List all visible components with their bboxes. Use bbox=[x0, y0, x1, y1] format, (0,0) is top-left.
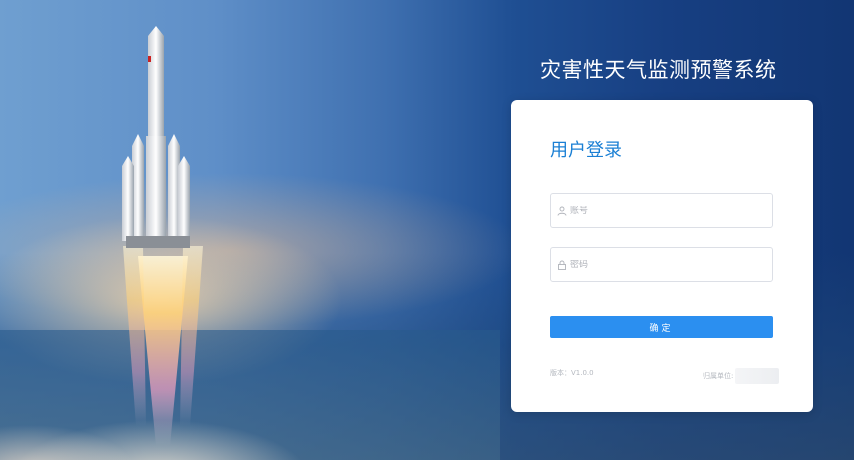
lock-icon bbox=[558, 260, 566, 270]
login-title: 用户登录 bbox=[550, 140, 622, 161]
username-field[interactable] bbox=[550, 193, 773, 228]
system-title: 灾害性天气监测预警系统 bbox=[540, 58, 777, 82]
unit-info: 归属单位: bbox=[703, 368, 780, 384]
launch-smoke bbox=[0, 340, 360, 460]
version-text: 版本：V1.0.0 bbox=[550, 369, 594, 377]
unit-label: 归属单位: bbox=[703, 372, 734, 380]
password-input[interactable] bbox=[570, 259, 760, 270]
login-card: 用户登录 确定 版本：V1.0.0 归属单位: bbox=[511, 100, 813, 412]
password-field[interactable] bbox=[550, 247, 773, 282]
user-icon bbox=[557, 206, 567, 216]
username-input[interactable] bbox=[570, 205, 760, 216]
confirm-button[interactable]: 确定 bbox=[550, 316, 773, 338]
unit-logo-image bbox=[735, 368, 780, 384]
